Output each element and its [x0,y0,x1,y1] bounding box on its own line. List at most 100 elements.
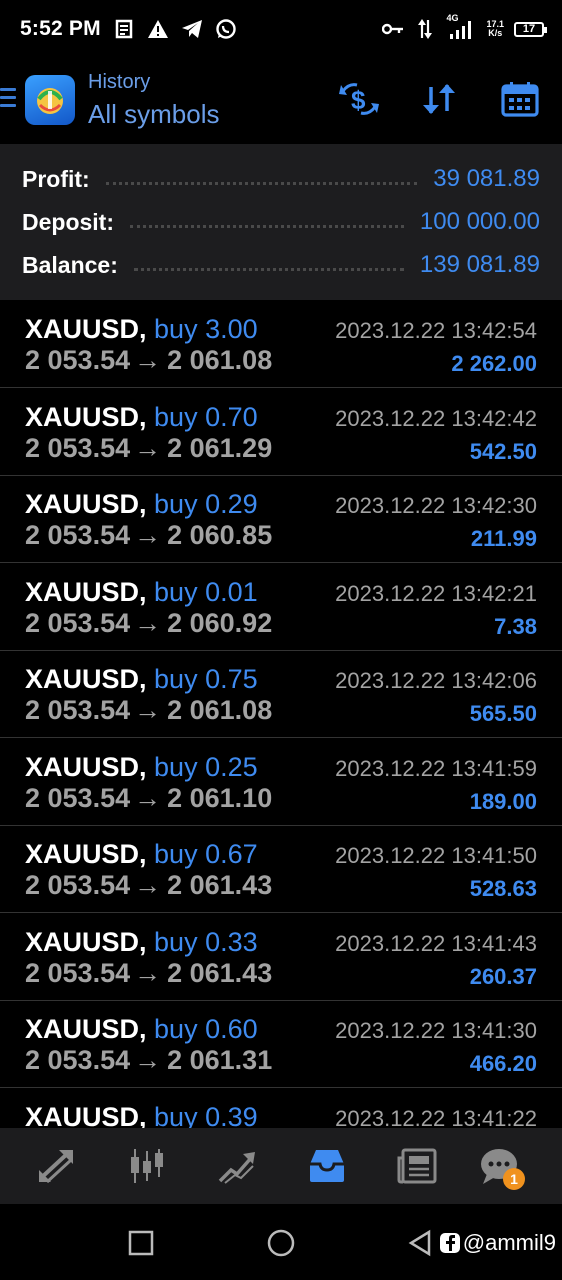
trade-type: buy 0.01 [154,576,258,607]
trade-symbol: XAUUSD, [25,576,147,607]
trade-row[interactable]: XAUUSD, buy 0.60 2 053.54 → 2 061.31 2023.12… [0,1000,562,1088]
back-button[interactable] [405,1228,435,1258]
trade-type: buy 3.00 [154,314,258,344]
dotted-leader [105,181,418,185]
close-price: 2 061.43 [167,957,273,988]
trade-row[interactable]: XAUUSD, buy 0.39 2023.12.22 13:41:22 [0,1088,562,1129]
watermark: @ammil9 [439,1230,556,1256]
trade-symbol: XAUUSD, [25,401,147,432]
trade-header: XAUUSD, buy 0.60 [25,1014,258,1044]
trade-type: buy 0.33 [154,926,258,957]
close-price: 2 061.31 [167,1045,273,1075]
system-navigation-bar: @ammil9 [0,1204,562,1280]
trade-row[interactable]: XAUUSD, buy 0.25 2 053.54 → 2 061.10 2023.12… [0,738,562,826]
close-price: 2 061.43 [167,870,273,900]
trade-prices: 2 053.54 → 2 061.10 [25,783,272,813]
history-icon[interactable] [299,1140,355,1192]
price-arrow: → [134,607,162,638]
news-icon[interactable] [389,1140,445,1192]
price-arrow: → [134,695,162,725]
price-arrow: → [134,957,162,988]
recent-apps-button[interactable] [126,1228,156,1258]
dotted-leader [130,224,404,228]
trade-profit: 211.99 [470,526,537,551]
deposit-row: Deposit: 100 000.00 [22,202,540,242]
trade-row[interactable]: XAUUSD, buy 0.75 2 053.54 → 2 061.08 2023.12… [0,650,562,738]
trade-prices: 2 053.54 → 2 060.92 [25,608,272,638]
notes-icon [113,18,135,40]
trade-profit: 2 262.00 [451,351,537,376]
profit-label: Profit: [22,165,90,192]
trade-icon[interactable] [209,1140,265,1192]
trade-header: XAUUSD, buy 0.70 [25,402,258,432]
trade-profit: 466.20 [469,1051,537,1076]
menu-icon[interactable] [0,88,16,112]
app-header: History All symbols $ [0,58,562,144]
trade-header: XAUUSD, buy 3.00 [25,314,258,344]
home-button[interactable] [266,1228,296,1258]
trade-header: XAUUSD, buy 0.67 [25,839,258,869]
calendar-icon[interactable] [499,78,541,120]
trade-type: buy 0.75 [154,664,258,694]
trade-row[interactable]: XAUUSD, buy 0.33 2 053.54 → 2 061.43 2023.12… [0,913,562,1001]
svg-text:$: $ [351,85,366,115]
trade-symbol: XAUUSD, [25,1014,147,1044]
app-logo [25,75,75,125]
trade-header: XAUUSD, buy 0.75 [25,664,258,694]
price-arrow: → [134,345,162,375]
status-time: 5:52 PM [20,17,101,40]
open-price: 2 053.54 [25,1045,131,1075]
trade-history-list[interactable]: XAUUSD, buy 3.00 2 053.54 → 2 061.08 2023.12… [0,300,562,1128]
status-bar: 5:52 PM 4G 17.1 K/s 17 [0,0,562,58]
close-price: 2 061.08 [167,345,273,375]
trade-symbol: XAUUSD, [25,926,147,957]
profit-row: Profit: 39 081.89 [22,159,540,199]
trade-row[interactable]: XAUUSD, buy 0.29 2 053.54 → 2 060.85 2023.12… [0,475,562,563]
trade-prices: 2 053.54 → 2 060.85 [25,520,272,550]
trade-row[interactable]: XAUUSD, buy 3.00 2 053.54 → 2 061.08 2023.12… [0,300,562,388]
sort-icon[interactable] [418,78,460,120]
quotes-icon[interactable] [29,1140,85,1192]
trade-type: buy 0.39 [154,1101,258,1129]
battery-indicator: 17 [514,21,547,37]
open-price: 2 053.54 [25,345,131,375]
messages-icon[interactable]: 1 [473,1140,529,1192]
deposit-value: 100 000.00 [419,208,540,235]
trade-profit: 565.50 [469,701,537,726]
trade-time: 2023.12.22 13:41:43 [335,930,537,956]
dollar-swap-icon[interactable]: $ [338,78,380,120]
trade-header: XAUUSD, buy 0.01 [25,577,258,607]
header-subtitle: History [88,71,151,93]
trade-type: buy 0.67 [154,839,258,869]
trade-header: XAUUSD, buy 0.39 [25,1102,258,1129]
open-price: 2 053.54 [25,432,131,463]
trade-symbol: XAUUSD, [25,489,147,519]
trade-time: 2023.12.22 13:42:30 [335,493,537,518]
network-speed: 17.1 K/s [486,19,504,38]
trade-row[interactable]: XAUUSD, buy 0.01 2 053.54 → 2 060.92 2023.12… [0,563,562,651]
dotted-leader [133,267,404,271]
trade-time: 2023.12.22 13:42:42 [335,405,537,431]
trade-time: 2023.12.22 13:41:59 [335,755,537,781]
data-transfer-icon [414,18,436,40]
trade-prices: 2 053.54 → 2 061.29 [25,433,272,463]
bottom-navigation: 1 [0,1128,562,1204]
trade-row[interactable]: XAUUSD, buy 0.67 2 053.54 → 2 061.43 2023.12… [0,825,562,913]
close-price: 2 061.10 [167,782,273,813]
trade-symbol: XAUUSD, [25,839,147,869]
trade-type: buy 0.29 [154,489,258,519]
open-price: 2 053.54 [25,695,131,725]
deposit-label: Deposit: [22,208,114,235]
trade-symbol: XAUUSD, [25,314,147,344]
trade-row[interactable]: XAUUSD, buy 0.70 2 053.54 → 2 061.29 2023.12… [0,388,562,476]
signal-icon: 4G [446,14,476,40]
header-title[interactable]: All symbols [88,99,219,130]
telegram-icon [181,18,203,40]
price-arrow: → [134,870,162,900]
chart-icon[interactable] [119,1140,175,1192]
trade-prices: 2 053.54 → 2 061.08 [25,345,272,375]
trade-time: 2023.12.22 13:41:22 [335,1105,537,1129]
close-price: 2 061.08 [167,695,273,725]
trade-header: XAUUSD, buy 0.29 [25,489,258,519]
trade-time: 2023.12.22 13:41:50 [335,843,537,868]
